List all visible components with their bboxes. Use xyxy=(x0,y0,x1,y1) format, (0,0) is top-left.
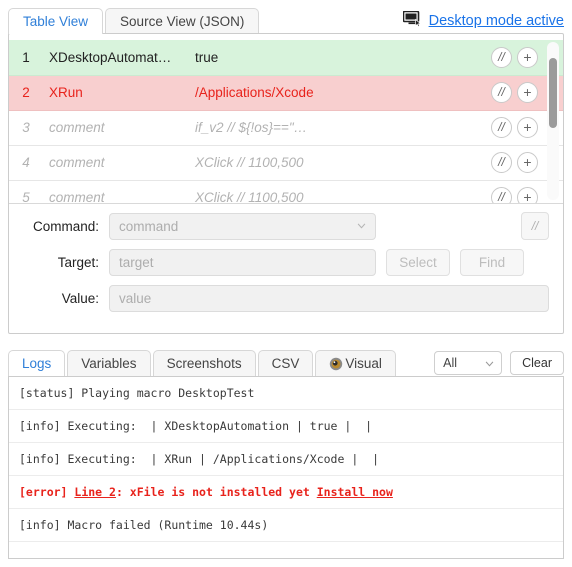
tab-csv[interactable]: CSV xyxy=(257,350,314,376)
tab-screenshots[interactable]: Screenshots xyxy=(152,350,256,376)
target-row: Target: target Select Find xyxy=(23,249,549,276)
log-tabbar: Logs Variables Screenshots CSV Visual Al… xyxy=(8,350,564,376)
row-command[interactable]: comment xyxy=(43,110,189,146)
command-select[interactable]: command xyxy=(109,212,376,240)
view-tabbar: Table View Source View (JSON) Desktop mo… xyxy=(0,0,572,34)
row-target[interactable]: XClick // 1100,500 xyxy=(189,145,491,181)
row-target[interactable]: /Applications/Xcode xyxy=(189,75,491,111)
value-input[interactable]: value xyxy=(109,285,549,312)
row-number: 1 xyxy=(9,40,43,76)
row-command[interactable]: comment xyxy=(43,180,189,203)
macro-editor-panel: 1 XDesktopAutomat… true // + 2 XRun /App… xyxy=(8,33,564,334)
row-target[interactable]: if_v2 // ${!os}=="… xyxy=(189,110,491,146)
monitor-icon xyxy=(402,10,423,30)
comment-row-button[interactable]: // xyxy=(491,152,512,173)
row-number: 3 xyxy=(9,110,43,146)
add-row-button[interactable]: + xyxy=(517,46,538,68)
command-row: Command: command // xyxy=(23,212,549,240)
comment-row-button[interactable]: // xyxy=(491,117,512,138)
row-number: 5 xyxy=(9,180,43,203)
table-scrollbar-thumb[interactable] xyxy=(549,58,557,128)
tab-variables-label: Variables xyxy=(81,356,137,371)
add-row-button[interactable]: + xyxy=(517,82,538,103)
row-target[interactable]: true xyxy=(189,40,491,76)
command-table-container: 1 XDesktopAutomat… true // + 2 XRun /App… xyxy=(9,40,563,203)
log-line-error: [error] Line 2: xFile is not installed y… xyxy=(9,476,563,509)
tab-screenshots-label: Screenshots xyxy=(166,356,242,371)
table-scrollbar[interactable] xyxy=(547,42,559,200)
command-table: 1 XDesktopAutomat… true // + 2 XRun /App… xyxy=(9,40,563,203)
table-row[interactable]: 1 XDesktopAutomat… true // + xyxy=(9,40,563,76)
desktop-mode-link[interactable]: Desktop mode active xyxy=(429,13,564,29)
row-command[interactable]: XDesktopAutomat… xyxy=(43,40,189,76)
comment-row-button[interactable]: // xyxy=(491,187,512,203)
table-row[interactable]: 5 comment XClick // 1100,500 // + xyxy=(9,180,563,203)
tab-csv-label: CSV xyxy=(271,356,300,371)
add-row-button[interactable]: + xyxy=(517,152,538,173)
log-line: [info] Executing: | XRun | /Applications… xyxy=(9,443,563,476)
desktop-mode-indicator: Desktop mode active xyxy=(402,10,564,30)
chevron-down-icon xyxy=(357,223,366,228)
log-toolbar: All Clear xyxy=(434,351,564,376)
add-row-button[interactable]: + xyxy=(517,117,538,138)
tab-visual-label: Visual xyxy=(345,356,382,371)
target-label: Target: xyxy=(57,255,99,270)
row-number: 4 xyxy=(9,145,43,181)
row-command[interactable]: XRun xyxy=(43,75,189,111)
log-line: [status] Playing macro DesktopTest xyxy=(9,377,563,410)
log-filter-select[interactable]: All xyxy=(434,351,503,375)
comment-row-button[interactable]: // xyxy=(491,46,512,68)
find-button[interactable]: Find xyxy=(460,249,524,276)
log-output-panel[interactable]: [status] Playing macro DesktopTest [info… xyxy=(8,376,564,559)
clear-logs-button[interactable]: Clear xyxy=(510,351,564,375)
select-button[interactable]: Select xyxy=(386,249,450,276)
command-form: Command: command // Target: target Selec… xyxy=(9,203,563,322)
table-row[interactable]: 4 comment XClick // 1100,500 // + xyxy=(9,145,563,181)
tab-table-view[interactable]: Table View xyxy=(8,8,104,34)
value-row: Value: value xyxy=(23,285,549,312)
tab-logs[interactable]: Logs xyxy=(8,350,66,376)
row-command[interactable]: comment xyxy=(43,145,189,181)
row-number: 2 xyxy=(9,75,43,111)
command-label: Command: xyxy=(32,218,99,234)
table-row[interactable]: 2 XRun /Applications/Xcode // + xyxy=(9,75,563,111)
error-message: : xFile is not installed yet xyxy=(115,485,317,499)
eye-icon xyxy=(329,357,343,371)
toggle-comment-button[interactable]: // xyxy=(521,212,549,240)
error-prefix: [error] xyxy=(19,485,75,499)
tab-source-view[interactable]: Source View (JSON) xyxy=(105,8,260,34)
row-target[interactable]: XClick // 1100,500 xyxy=(189,180,491,203)
tab-logs-label: Logs xyxy=(22,356,52,371)
table-row[interactable]: 3 comment if_v2 // ${!os}=="… // + xyxy=(9,110,563,146)
log-line: [info] Executing: | XDesktopAutomation |… xyxy=(9,410,563,443)
value-label: Value: xyxy=(61,291,99,306)
install-now-link[interactable]: Install now xyxy=(317,485,393,499)
tab-visual[interactable]: Visual xyxy=(315,350,396,376)
error-line-link[interactable]: Line 2 xyxy=(74,485,116,499)
target-input[interactable]: target xyxy=(109,249,376,276)
chevron-down-icon xyxy=(485,361,494,367)
add-row-button[interactable]: + xyxy=(517,187,538,203)
comment-row-button[interactable]: // xyxy=(491,82,512,103)
log-line: [info] Macro failed (Runtime 10.44s) xyxy=(9,509,563,542)
tab-variables[interactable]: Variables xyxy=(67,350,151,376)
